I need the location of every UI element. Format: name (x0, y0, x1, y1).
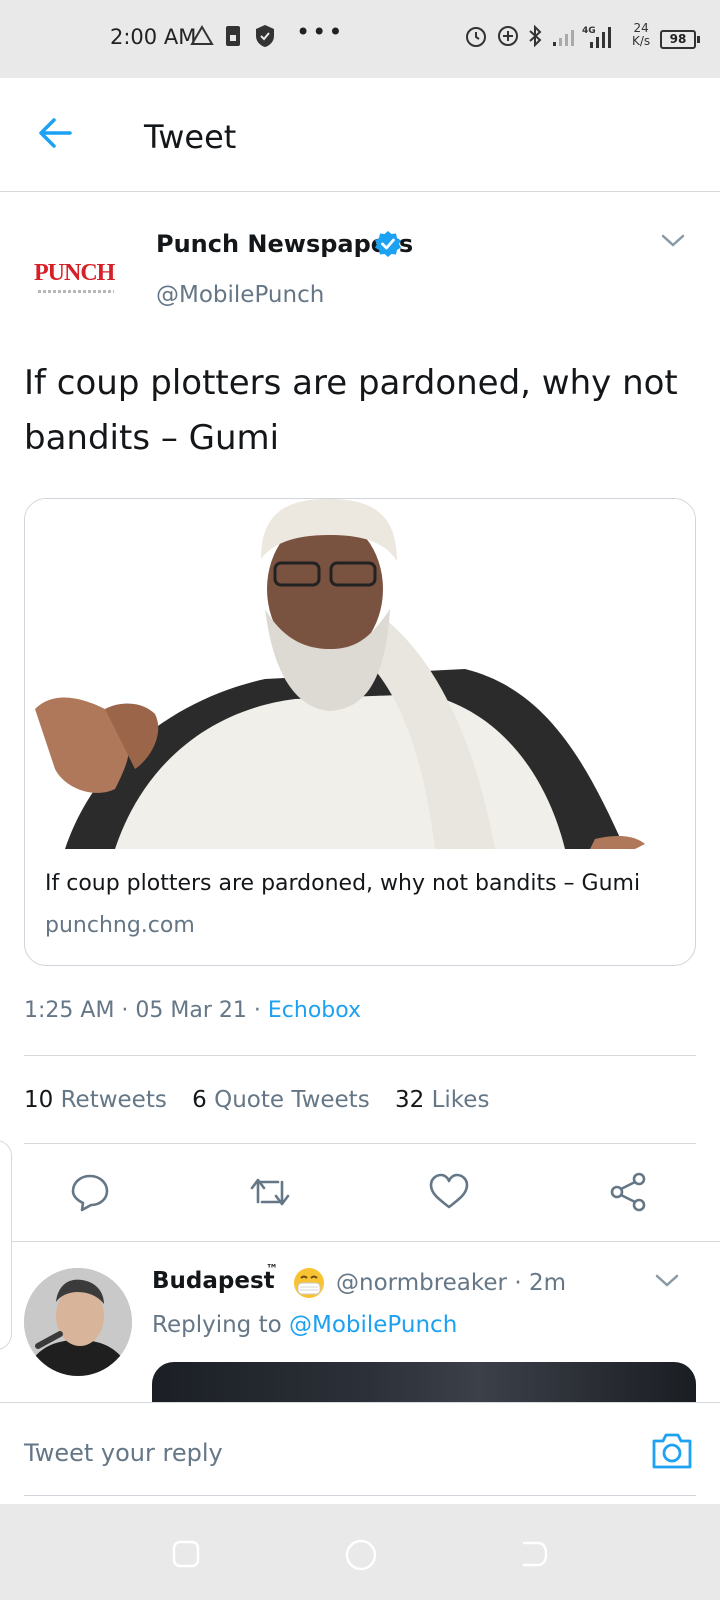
punch-logo: PUNCH (34, 260, 115, 286)
card-image[interactable] (25, 499, 695, 849)
more-notifications-icon: ••• (296, 18, 345, 46)
page-title: Tweet (144, 118, 237, 156)
recent-apps-icon[interactable] (170, 1538, 202, 1570)
replying-to: Replying to @MobilePunch (152, 1312, 457, 1338)
tweet-stats: 10 Retweets 6 Quote Tweets 32 Likes (24, 1087, 507, 1113)
logo-tagline (38, 290, 114, 293)
like-heart-icon[interactable] (428, 1172, 470, 1212)
replying-prefix: Replying to (152, 1312, 289, 1338)
author-avatar[interactable]: PUNCH (24, 236, 128, 322)
reply-input[interactable]: Tweet your reply (24, 1439, 223, 1467)
divider (0, 1241, 720, 1242)
quotes-label: Quote Tweets (214, 1087, 370, 1113)
mask-face-emoji-icon (294, 1268, 324, 1298)
shield-icon (256, 25, 274, 47)
back-nav-icon[interactable] (518, 1538, 550, 1570)
reply-icon[interactable] (70, 1172, 110, 1212)
system-nav-bar (0, 1504, 720, 1600)
divider (24, 1143, 696, 1144)
tweet-time: 1:25 AM · 05 Mar 21 · (24, 998, 268, 1023)
net-speed-unit: K/s (632, 34, 651, 48)
reply-author-name[interactable]: Budapest (152, 1268, 275, 1294)
likes-count: 32 (395, 1087, 425, 1113)
card-photo (25, 499, 695, 849)
back-arrow-icon[interactable] (36, 114, 74, 152)
reply-composer: Tweet your reply (0, 1402, 720, 1498)
reply-author-handle[interactable]: @normbreaker · 2m (336, 1270, 566, 1296)
network-type: 4G (582, 26, 596, 36)
reply-chevron-down-icon[interactable] (654, 1272, 680, 1290)
retweet-icon[interactable] (248, 1172, 292, 1212)
reply-avatar-photo (24, 1268, 132, 1376)
chevron-down-icon[interactable] (660, 232, 686, 250)
share-icon[interactable] (608, 1172, 648, 1212)
retweets-label: Retweets (60, 1087, 167, 1113)
likes-stat[interactable]: 32 Likes (395, 1087, 489, 1113)
home-icon[interactable] (344, 1538, 378, 1572)
sim-icon (226, 26, 240, 46)
quote-tweets-stat[interactable]: 6 Quote Tweets (192, 1087, 370, 1113)
tweet-source-link[interactable]: Echobox (268, 998, 361, 1023)
tweet-text: If coup plotters are pardoned, why not b… (24, 363, 678, 458)
retweets-count: 10 (24, 1087, 54, 1113)
status-time: 2:00 AM (110, 25, 197, 49)
divider (24, 1055, 696, 1056)
card-title: If coup plotters are pardoned, why not b… (45, 871, 641, 896)
reply-media-image[interactable] (152, 1362, 696, 1402)
signal-weak-icon (553, 30, 574, 46)
net-speed: 24 K/s (632, 22, 650, 48)
signal-4g-icon: 4G (582, 26, 611, 48)
data-saver-icon (498, 26, 518, 46)
link-card[interactable]: If coup plotters are pardoned, why not b… (24, 498, 696, 966)
reply-avatar[interactable] (24, 1268, 132, 1376)
likes-label: Likes (431, 1087, 490, 1113)
composer-underline (24, 1495, 696, 1496)
quotes-count: 6 (192, 1087, 207, 1113)
bluetooth-icon (529, 24, 542, 48)
warning-icon (190, 25, 214, 45)
replying-handle-link[interactable]: @MobilePunch (289, 1312, 457, 1338)
alarm-icon (466, 27, 486, 47)
retweets-stat[interactable]: 10 Retweets (24, 1087, 167, 1113)
tweet-timestamp: 1:25 AM · 05 Mar 21 · Echobox (24, 998, 361, 1023)
author-handle[interactable]: @MobilePunch (156, 282, 324, 308)
card-domain: punchng.com (45, 913, 195, 938)
side-drawer-handle[interactable] (0, 1140, 12, 1350)
status-bar: 2:00 AM ••• 4G 24 K/s 98 (0, 0, 720, 78)
top-bar: Tweet (0, 78, 720, 192)
verified-badge-icon (375, 231, 401, 257)
camera-icon[interactable] (650, 1431, 694, 1471)
reply-author-tm: ™ (266, 1262, 278, 1276)
battery-indicator: 98 (660, 30, 700, 49)
